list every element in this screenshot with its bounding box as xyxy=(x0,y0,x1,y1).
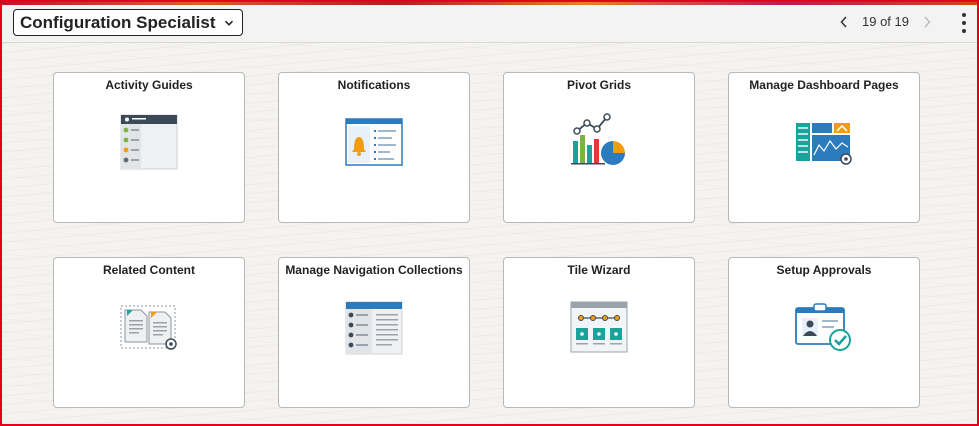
tile-wizard-icon xyxy=(570,301,628,353)
tile-label: Activity Guides xyxy=(105,78,193,92)
menu-dot xyxy=(962,29,966,33)
tile-label: Notifications xyxy=(337,78,411,92)
chevron-left-icon xyxy=(840,15,847,28)
tile-notifications[interactable]: Notifications xyxy=(278,72,470,223)
tile-label: Tile Wizard xyxy=(567,263,631,277)
tile-related-content[interactable]: Related Content xyxy=(53,257,245,408)
menu-dot xyxy=(962,21,966,25)
page-indicator: 19 of 19 xyxy=(862,14,909,29)
navigation-list-icon xyxy=(345,301,403,355)
tile-label: Manage Dashboard Pages xyxy=(749,78,899,92)
tile-manage-dashboard-pages[interactable]: Manage Dashboard Pages xyxy=(728,72,920,223)
tile-tile-wizard[interactable]: Tile Wizard xyxy=(503,257,695,408)
previous-page-button[interactable] xyxy=(838,15,850,29)
pager: 19 of 19 xyxy=(838,14,933,29)
tile-label: Related Content xyxy=(102,263,195,277)
header-bar: Configuration Specialist 19 of 19 xyxy=(2,5,977,43)
tile-pivot-grids[interactable]: Pivot Grids xyxy=(503,72,695,223)
related-documents-icon xyxy=(120,305,177,350)
app-frame: Configuration Specialist 19 of 19 Activi… xyxy=(0,0,979,426)
tile-label: Setup Approvals xyxy=(776,263,872,277)
dashboard-icon xyxy=(796,123,852,165)
tile-setup-approvals[interactable]: Setup Approvals xyxy=(728,257,920,408)
homepage-title: Configuration Specialist xyxy=(20,12,216,32)
tile-label: Manage Navigation Collections xyxy=(285,263,463,277)
chevron-down-icon xyxy=(224,20,233,26)
more-vertical-icon xyxy=(962,13,966,17)
tile-manage-navigation-collections[interactable]: Manage Navigation Collections xyxy=(278,257,470,408)
pivot-chart-icon xyxy=(571,113,625,165)
approval-badge-icon xyxy=(795,303,851,351)
activity-guide-icon xyxy=(120,114,178,170)
chevron-right-icon xyxy=(924,15,931,28)
tile-activity-guides[interactable]: Activity Guides xyxy=(53,72,245,223)
more-options-button[interactable] xyxy=(959,13,969,33)
notification-bell-icon xyxy=(345,118,403,166)
next-page-button[interactable] xyxy=(921,15,933,29)
tile-label: Pivot Grids xyxy=(566,78,631,92)
homepage-selector-button[interactable]: Configuration Specialist xyxy=(13,9,243,36)
